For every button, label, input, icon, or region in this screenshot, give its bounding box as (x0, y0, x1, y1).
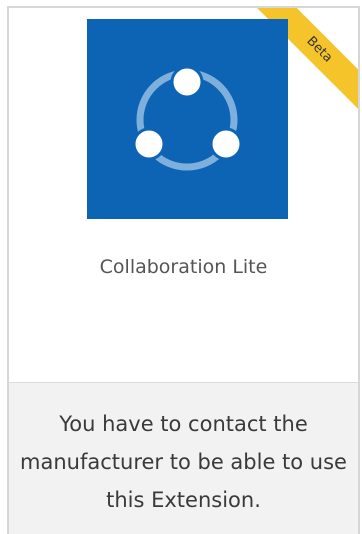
extension-card[interactable]: Beta Collaboration Lite You have to cont… (7, 6, 360, 534)
share-network-icon (132, 65, 243, 171)
card-footer: You have to contact the manufacturer to … (9, 382, 358, 534)
extension-title: Collaboration Lite (99, 256, 268, 278)
contact-manufacturer-message: You have to contact the manufacturer to … (20, 412, 347, 512)
extension-icon-tile (87, 19, 288, 219)
